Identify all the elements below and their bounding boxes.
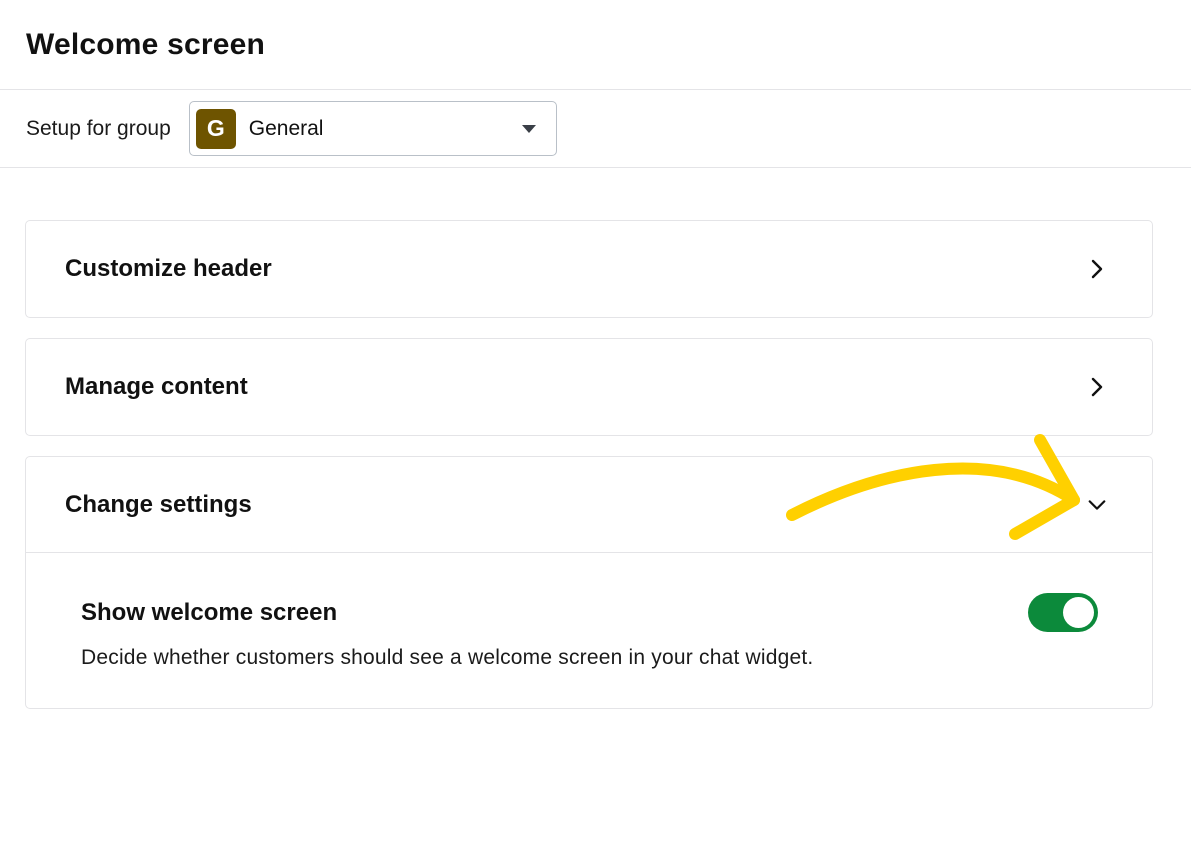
- sections-list: Customize header Manage content Change s…: [0, 168, 1191, 709]
- setting-title: Show welcome screen: [81, 598, 338, 626]
- caret-down-icon: [521, 124, 536, 133]
- page-title: Welcome screen: [26, 27, 266, 61]
- setting-description: Decide whether customers should see a we…: [81, 646, 814, 669]
- section-manage-content-toggle[interactable]: Manage content: [26, 339, 1152, 435]
- section-title: Manage content: [65, 373, 248, 400]
- chevron-right-icon: [1087, 377, 1107, 397]
- chevron-right-icon: [1087, 259, 1107, 279]
- section-customize-header: Customize header: [25, 220, 1153, 318]
- section-title: Change settings: [65, 490, 252, 518]
- section-change-settings-toggle[interactable]: Change settings: [26, 457, 1152, 553]
- chevron-down-icon: [1087, 495, 1107, 515]
- group-select-value: General: [248, 116, 324, 140]
- section-title: Customize header: [65, 255, 272, 282]
- group-select-dropdown[interactable]: G General: [188, 101, 557, 156]
- show-welcome-toggle[interactable]: [1028, 593, 1098, 632]
- section-manage-content: Manage content: [25, 338, 1153, 436]
- section-change-settings: Change settings Show welcome screen Deci…: [25, 456, 1153, 709]
- toggle-knob: [1063, 597, 1094, 628]
- setting-row-show-welcome: Show welcome screen: [81, 593, 1098, 632]
- page-header: Welcome screen: [0, 0, 1191, 90]
- settings-panel: Show welcome screen Decide whether custo…: [26, 553, 1152, 708]
- group-label: Setup for group: [26, 116, 171, 140]
- group-avatar: G: [195, 108, 236, 149]
- section-customize-header-toggle[interactable]: Customize header: [26, 221, 1152, 317]
- group-bar: Setup for group G General: [0, 90, 1191, 168]
- welcome-screen-settings-page: Welcome screen Setup for group G General…: [0, 0, 1191, 856]
